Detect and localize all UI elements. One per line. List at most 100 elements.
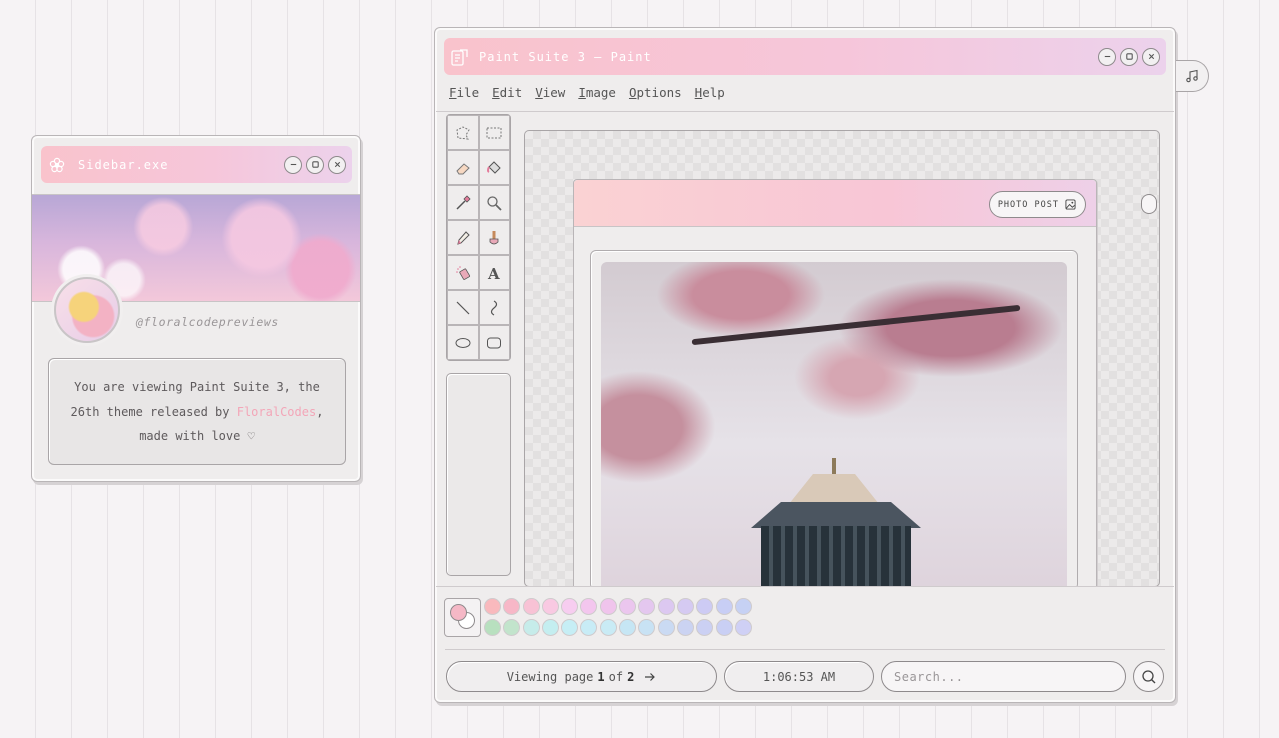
palette-swatch[interactable]	[561, 598, 579, 615]
tool-line[interactable]	[447, 290, 479, 325]
palette-swatch[interactable]	[715, 598, 733, 615]
palette-swatch[interactable]	[541, 598, 559, 615]
palette-swatch[interactable]	[734, 598, 752, 615]
menu-help[interactable]: Help	[695, 85, 725, 100]
photo-post-button[interactable]: PHOTO POST	[988, 191, 1086, 218]
avatar	[54, 277, 120, 343]
paint-titlebar[interactable]: Paint Suite 3 — Paint	[444, 38, 1166, 75]
palette-swatch[interactable]	[561, 619, 579, 636]
page-of: of	[608, 669, 624, 684]
page-current: 1	[597, 669, 605, 684]
maximize-button[interactable]	[1120, 47, 1138, 66]
post-header: PHOTO POST	[574, 180, 1096, 227]
palette-swatch[interactable]	[484, 619, 501, 636]
rect-select-icon	[486, 127, 502, 138]
username-handle: @floralcodepreviews	[136, 315, 279, 329]
minimize-icon	[290, 163, 296, 166]
floralcodes-link[interactable]: FloralCodes	[237, 405, 316, 419]
palette-swatch[interactable]	[484, 598, 501, 615]
info-line-1: You are viewing Paint Suite 3, the	[74, 380, 320, 394]
palette-swatch[interactable]	[676, 619, 694, 636]
info-comma: ,	[316, 404, 324, 419]
palette-swatch[interactable]	[541, 619, 559, 636]
rounded-rect-icon	[487, 337, 502, 348]
music-toggle[interactable]	[1176, 60, 1209, 92]
palette-swatch[interactable]	[657, 619, 675, 636]
toolbox: A	[446, 114, 511, 361]
info-line-2: 26th theme released by FloralCodes,	[49, 400, 345, 425]
sidebar-title: Sidebar.exe	[78, 157, 169, 172]
photo-roof-top	[789, 474, 879, 504]
tool-fill[interactable]	[478, 150, 510, 185]
image-icon	[1065, 199, 1076, 210]
search-icon	[1141, 669, 1155, 683]
palette-swatch[interactable]	[638, 619, 656, 636]
search-button[interactable]	[1133, 661, 1164, 692]
minimize-button[interactable]	[284, 155, 302, 174]
palette-swatch[interactable]	[676, 598, 694, 615]
footer-separator	[445, 649, 1165, 650]
tool-curve[interactable]	[478, 290, 510, 325]
photo-post: PHOTO POST	[573, 179, 1097, 586]
tool-free-select[interactable]	[447, 115, 479, 150]
maximize-icon	[311, 161, 319, 168]
tool-brush[interactable]	[478, 220, 510, 255]
info-line-3: made with love ♡	[139, 429, 255, 443]
tool-text[interactable]: A	[478, 255, 510, 290]
palette-swatch[interactable]	[715, 619, 733, 636]
color-palette	[483, 596, 753, 638]
active-colors[interactable]	[444, 598, 481, 637]
close-icon	[1148, 53, 1154, 60]
tool-ellipse[interactable]	[447, 325, 479, 360]
search-input[interactable]	[881, 661, 1126, 692]
palette-swatch[interactable]	[580, 619, 598, 636]
palette-swatch[interactable]	[599, 598, 617, 615]
palette-swatch[interactable]	[580, 598, 598, 615]
palette-swatch[interactable]	[696, 619, 714, 636]
palette-swatch[interactable]	[503, 598, 521, 615]
close-icon	[334, 161, 340, 168]
palette-swatch[interactable]	[657, 598, 675, 615]
tool-color-picker[interactable]	[447, 185, 479, 220]
music-note-icon	[1186, 69, 1198, 83]
palette-swatch[interactable]	[522, 598, 540, 615]
menu-file[interactable]: File	[449, 85, 479, 100]
palette-swatch[interactable]	[696, 598, 714, 615]
page-indicator-button[interactable]: Viewing page 1 of 2	[446, 661, 717, 692]
foreground-color[interactable]	[450, 604, 467, 621]
pencil-icon	[457, 230, 470, 245]
canvas-area[interactable]: PHOTO POST	[524, 130, 1160, 587]
sidebar-window: Sidebar.exe @floralcodepreviews You are …	[31, 135, 361, 482]
tool-eraser[interactable]	[447, 150, 479, 185]
tool-pencil[interactable]	[447, 220, 479, 255]
palette-swatch[interactable]	[619, 619, 637, 636]
scrollbar-thumb[interactable]	[1141, 194, 1157, 214]
maximize-button[interactable]	[306, 155, 324, 174]
close-button[interactable]	[1142, 47, 1160, 66]
close-button[interactable]	[328, 155, 346, 174]
paint-title: Paint Suite 3 — Paint	[479, 49, 652, 64]
menu-options[interactable]: Options	[629, 85, 682, 100]
menu-edit[interactable]: Edit	[492, 85, 522, 100]
minimize-button[interactable]	[1098, 47, 1116, 66]
palette-swatch[interactable]	[599, 619, 617, 636]
palette-swatch[interactable]	[619, 598, 637, 615]
ellipse-icon	[455, 337, 471, 348]
clock: 1:06:53 AM	[724, 661, 874, 692]
paint-app-icon	[451, 48, 468, 66]
palette-swatch[interactable]	[503, 619, 521, 636]
text-icon: A	[487, 265, 500, 282]
palette-swatch[interactable]	[638, 598, 656, 615]
sidebar-titlebar[interactable]: Sidebar.exe	[41, 146, 352, 183]
menu-bar: File Edit View Image Options Help	[449, 85, 738, 100]
palette-swatch[interactable]	[522, 619, 540, 636]
color-picker-icon	[456, 194, 471, 210]
tool-airbrush[interactable]	[447, 255, 479, 290]
tool-magnifier[interactable]	[478, 185, 510, 220]
menu-image[interactable]: Image	[578, 85, 616, 100]
tool-rect-select[interactable]	[478, 115, 510, 150]
palette-swatch[interactable]	[734, 619, 752, 636]
line-icon	[456, 301, 470, 314]
tool-rounded-rect[interactable]	[478, 325, 510, 360]
menu-view[interactable]: View	[535, 85, 565, 100]
